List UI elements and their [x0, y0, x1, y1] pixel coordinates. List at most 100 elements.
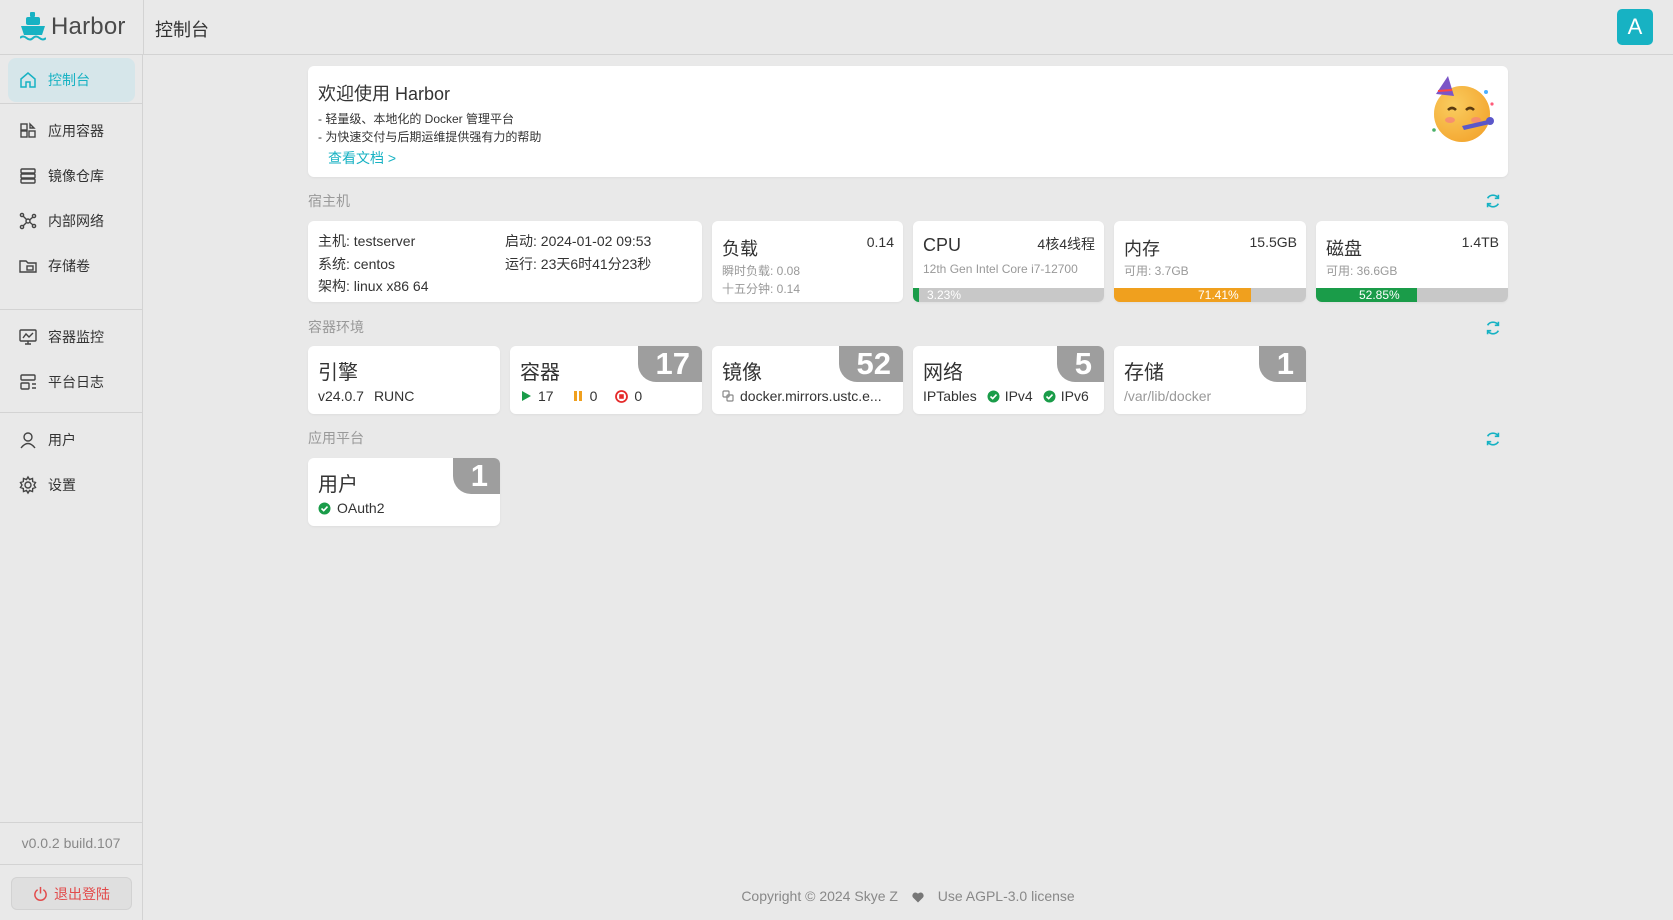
- network-title: 网络: [923, 362, 963, 384]
- refresh-icon[interactable]: [1484, 430, 1502, 448]
- sidebar-divider: [0, 864, 142, 865]
- sidebar-item-label: 用户: [48, 432, 76, 448]
- memory-available: 可用: 3.7GB: [1124, 264, 1189, 278]
- containers-running: 17: [538, 388, 554, 404]
- users-card[interactable]: 用户 1 OAuth2: [308, 458, 500, 526]
- sidebar-item-label: 控制台: [48, 72, 90, 88]
- load-15min: 十五分钟: 0.14: [722, 282, 801, 296]
- avatar[interactable]: A: [1617, 9, 1653, 45]
- network-count-badge: 5: [1056, 346, 1104, 382]
- version-label: v0.0.2 build.107: [21, 835, 121, 851]
- cpu-title: CPU: [923, 235, 962, 255]
- app-logo[interactable]: Harbor: [20, 12, 126, 42]
- storage-title: 存储: [1124, 362, 1164, 384]
- memory-usage-label: 71.41%: [1198, 288, 1239, 302]
- section-label-host: 宿主机: [308, 193, 350, 209]
- logout-label: 退出登陆: [54, 885, 110, 902]
- sidebar-item-images[interactable]: 镜像仓库: [8, 154, 135, 198]
- power-icon: [34, 886, 47, 901]
- host-system: 系统: centos: [318, 256, 396, 272]
- host-boot-time: 启动: 2024-01-02 09:53: [505, 233, 652, 249]
- sidebar-item-label: 应用容器: [48, 123, 104, 139]
- footer: Copyright © 2024 Skye Z Use AGPL-3.0 lic…: [143, 888, 1673, 904]
- containers-stopped: 0: [634, 388, 643, 404]
- users-auth-method: OAuth2: [337, 500, 385, 516]
- welcome-line: - 为快速交付与后期运维提供强有力的帮助: [318, 130, 542, 144]
- stop-icon: [615, 389, 629, 403]
- top-divider: [143, 0, 144, 55]
- monitor-icon: [19, 329, 37, 345]
- network-ipv6: IPv6: [1060, 388, 1089, 404]
- welcome-title: 欢迎使用 Harbor: [318, 84, 451, 104]
- user-icon: [20, 432, 36, 449]
- load-title: 负载: [722, 239, 758, 259]
- disk-available: 可用: 36.6GB: [1326, 264, 1398, 278]
- sidebar-item-apps[interactable]: 应用容器: [8, 109, 135, 153]
- load-value: 0.14: [866, 234, 894, 250]
- network-driver: IPTables: [923, 388, 977, 404]
- section-label-env: 容器环境: [308, 319, 364, 335]
- sidebar-item-network[interactable]: 内部网络: [8, 199, 135, 243]
- network-icon: [19, 212, 37, 230]
- footer-copyright: Copyright © 2024 Skye Z: [741, 888, 898, 904]
- disk-usage-label: 52.85%: [1359, 288, 1400, 302]
- users-title: 用户: [318, 474, 358, 496]
- link-icon: [722, 390, 734, 402]
- images-card[interactable]: 镜像 52 docker.mirrors.ustc.e...: [712, 346, 903, 414]
- refresh-icon[interactable]: [1484, 192, 1502, 210]
- sidebar-item-logs[interactable]: 平台日志: [8, 360, 135, 404]
- sidebar-item-volumes[interactable]: 存储卷: [8, 244, 135, 288]
- cpu-model: 12th Gen Intel Core i7-12700: [923, 262, 1078, 276]
- refresh-icon[interactable]: [1484, 319, 1502, 337]
- sidebar-divider: [0, 103, 142, 104]
- cpu-card: CPU 4核4线程 12th Gen Intel Core i7-12700 3…: [913, 221, 1104, 302]
- storage-info: /var/lib/docker: [1124, 388, 1211, 404]
- containers-title: 容器: [520, 362, 560, 384]
- party-face-icon: [1432, 76, 1494, 142]
- docs-link[interactable]: 查看文档 >: [328, 148, 396, 168]
- cpu-usage-bar: 3.23%: [913, 288, 1104, 302]
- disk-title: 磁盘: [1326, 239, 1362, 259]
- storage-card[interactable]: 存储 1 /var/lib/docker: [1114, 346, 1306, 414]
- memory-card: 内存 15.5GB 可用: 3.7GB 71.41%: [1114, 221, 1306, 302]
- sidebar-item-monitor[interactable]: 容器监控: [8, 315, 135, 359]
- logout-button[interactable]: 退出登陆: [11, 877, 132, 910]
- host-info-card: 主机: testserver 系统: centos 架构: linux x86 …: [308, 221, 702, 302]
- database-icon: [20, 168, 36, 184]
- cpu-usage-fill: [913, 288, 920, 302]
- engine-runtime: RUNC: [373, 388, 415, 404]
- log-icon: [20, 374, 36, 390]
- folder-icon: [19, 260, 37, 273]
- engine-card[interactable]: 引擎 v24.0.7 RUNC: [308, 346, 500, 414]
- footer-license[interactable]: Use AGPL-3.0 license: [938, 888, 1075, 904]
- storage-count-badge: 1: [1258, 346, 1306, 382]
- containers-status: 17 0 0: [520, 388, 642, 404]
- engine-version: v24.0.7: [318, 388, 364, 404]
- sidebar-item-dashboard[interactable]: 控制台: [8, 58, 135, 102]
- check-circle-icon: [1043, 390, 1056, 402]
- engine-info: v24.0.7 RUNC: [318, 388, 414, 404]
- host-arch: 架构: linux x86 64: [318, 278, 429, 294]
- images-mirror-url: docker.mirrors.ustc.e...: [740, 388, 882, 404]
- containers-count-badge: 17: [637, 346, 702, 382]
- network-card[interactable]: 网络 5 IPTables IPv4 IPv6: [913, 346, 1104, 414]
- sidebar-item-label: 镜像仓库: [48, 168, 104, 184]
- sidebar-item-label: 设置: [48, 477, 76, 493]
- network-ipv4: IPv4: [1004, 388, 1033, 404]
- containers-paused: 0: [589, 388, 598, 404]
- sidebar-item-label: 平台日志: [48, 374, 104, 390]
- ship-icon: [20, 12, 46, 41]
- sidebar-item-settings[interactable]: 设置: [8, 463, 135, 507]
- play-icon: [522, 391, 531, 401]
- engine-title: 引擎: [318, 362, 358, 384]
- images-mirror: docker.mirrors.ustc.e...: [722, 388, 882, 404]
- containers-card[interactable]: 容器 17 17 0 0: [510, 346, 702, 414]
- storage-path: /var/lib/docker: [1124, 388, 1212, 404]
- sidebar-item-users[interactable]: 用户: [8, 418, 135, 462]
- sidebar-item-label: 容器监控: [48, 329, 104, 345]
- sidebar-divider: [0, 309, 142, 310]
- users-auth: OAuth2: [318, 500, 384, 516]
- check-circle-icon: [318, 502, 331, 514]
- images-count-badge: 52: [838, 346, 903, 382]
- welcome-line: - 轻量级、本地化的 Docker 管理平台: [318, 112, 515, 126]
